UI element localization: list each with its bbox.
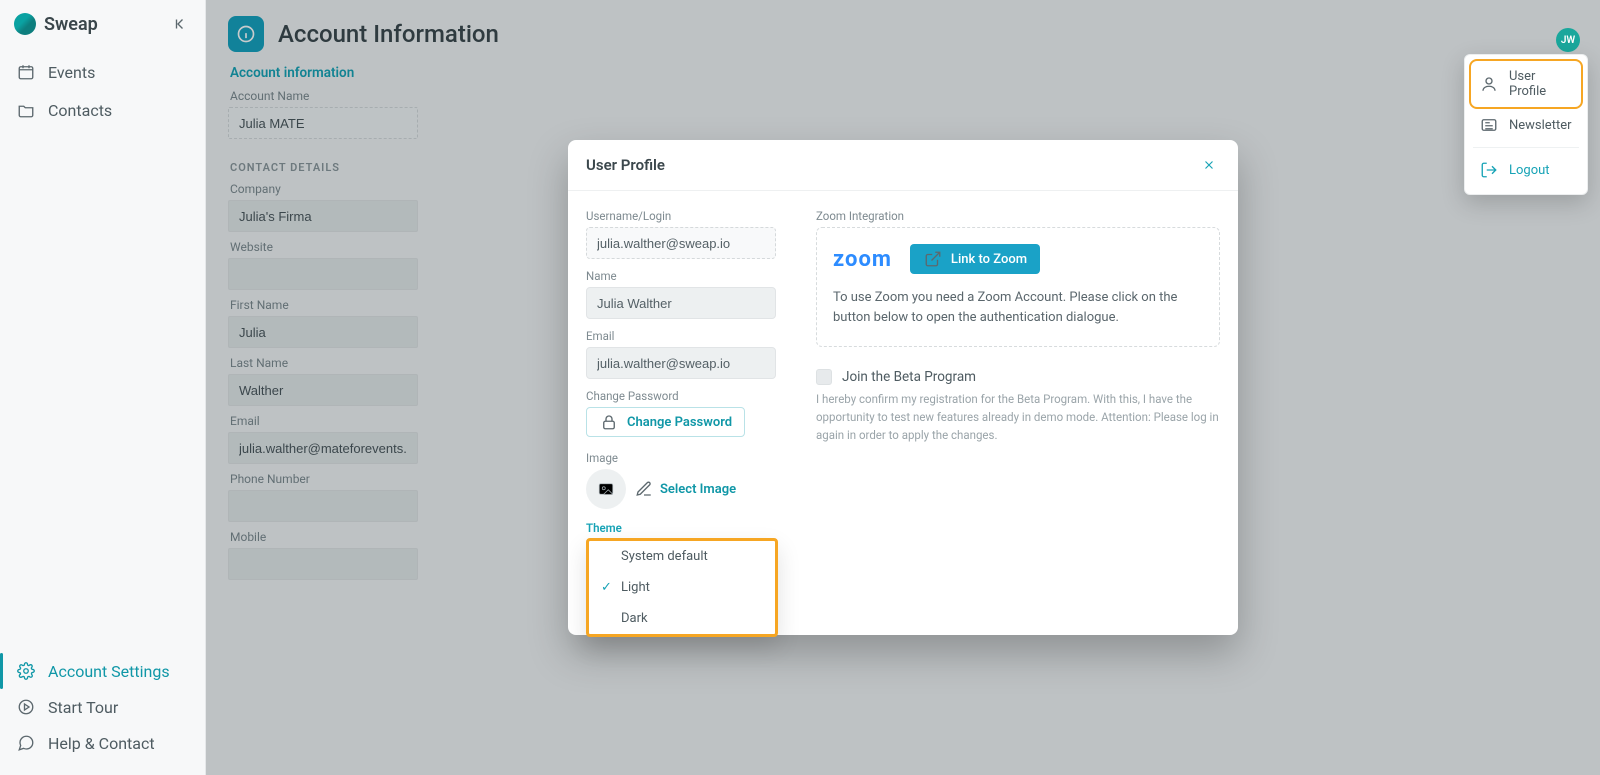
chat-help-icon bbox=[16, 733, 36, 753]
external-link-icon bbox=[923, 249, 943, 269]
image-placeholder-icon bbox=[586, 469, 626, 509]
calendar-icon bbox=[16, 62, 36, 82]
nav-top: Events Contacts bbox=[0, 48, 205, 134]
input-modal-email[interactable] bbox=[586, 347, 776, 379]
close-icon[interactable] bbox=[1198, 154, 1220, 176]
change-password-button[interactable]: Change Password bbox=[586, 407, 745, 437]
menu-label: User Profile bbox=[1509, 69, 1573, 99]
beta-note: I hereby confirm my registration for the… bbox=[816, 391, 1220, 444]
nav-label: Start Tour bbox=[48, 698, 118, 717]
sidebar-item-account-settings[interactable]: Account Settings bbox=[6, 653, 199, 689]
button-label: Change Password bbox=[627, 415, 732, 430]
nav-label: Account Settings bbox=[48, 662, 170, 681]
beta-label: Join the Beta Program bbox=[842, 369, 976, 385]
menu-item-newsletter[interactable]: Newsletter bbox=[1471, 107, 1581, 143]
user-icon bbox=[1479, 74, 1499, 94]
label-theme: Theme bbox=[586, 521, 786, 535]
label-username: Username/Login bbox=[586, 209, 786, 223]
folder-icon bbox=[16, 100, 36, 120]
link-to-zoom-button[interactable]: Link to Zoom bbox=[910, 244, 1040, 274]
user-menu: User Profile Newsletter Logout bbox=[1464, 54, 1588, 195]
sidebar-collapse-icon[interactable] bbox=[171, 14, 191, 34]
theme-option-system[interactable]: ✓ System default bbox=[589, 541, 775, 572]
brand-name: Sweap bbox=[44, 14, 98, 35]
brand: Sweap bbox=[0, 0, 205, 48]
sidebar-item-contacts[interactable]: Contacts bbox=[6, 92, 199, 128]
pencil-icon bbox=[634, 479, 654, 499]
sidebar: Sweap Events Contacts Account Settings bbox=[0, 0, 206, 775]
input-name[interactable] bbox=[586, 287, 776, 319]
theme-option-dark[interactable]: ✓ Dark bbox=[589, 603, 775, 634]
nav-bottom: Account Settings Start Tour Help & Conta… bbox=[0, 647, 205, 775]
label-name: Name bbox=[586, 269, 786, 283]
nav-label: Help & Contact bbox=[48, 734, 155, 753]
nav-label: Events bbox=[48, 63, 95, 82]
newspaper-icon bbox=[1479, 115, 1499, 135]
modal-left: Username/Login Name Email Change Passwor… bbox=[586, 205, 786, 535]
theme-option-light[interactable]: ✓ Light bbox=[589, 572, 775, 603]
menu-item-user-profile[interactable]: User Profile bbox=[1471, 61, 1581, 107]
label-modal-email: Email bbox=[586, 329, 786, 343]
menu-label: Newsletter bbox=[1509, 118, 1572, 133]
select-image-link[interactable]: Select Image bbox=[634, 479, 736, 499]
modal-header: User Profile bbox=[568, 140, 1238, 191]
play-circle-icon bbox=[16, 697, 36, 717]
menu-item-logout[interactable]: Logout bbox=[1471, 152, 1581, 188]
menu-divider bbox=[1473, 147, 1579, 148]
beta-checkbox[interactable] bbox=[816, 369, 832, 385]
theme-dropdown: ✓ System default ✓ Light ✓ Dark bbox=[586, 538, 778, 637]
sidebar-item-help[interactable]: Help & Contact bbox=[6, 725, 199, 761]
theme-option-label: System default bbox=[621, 549, 708, 564]
logout-icon bbox=[1479, 160, 1499, 180]
theme-option-label: Light bbox=[621, 580, 650, 595]
sidebar-item-events[interactable]: Events bbox=[6, 54, 199, 90]
input-username[interactable] bbox=[586, 227, 776, 259]
label-zoom-integration: Zoom Integration bbox=[816, 209, 1220, 223]
zoom-help-text: To use Zoom you need a Zoom Account. Ple… bbox=[833, 288, 1203, 328]
user-profile-modal: User Profile Username/Login Name Email C… bbox=[568, 140, 1238, 635]
label-image: Image bbox=[586, 451, 786, 465]
label-change-password: Change Password bbox=[586, 389, 786, 403]
zoom-logo-icon: zoom bbox=[833, 247, 892, 272]
brand-logo-icon bbox=[14, 13, 36, 35]
zoom-integration-box: zoom Link to Zoom To use Zoom you need a… bbox=[816, 227, 1220, 347]
modal-right: Zoom Integration zoom Link to Zoom To us… bbox=[816, 205, 1220, 535]
nav-label: Contacts bbox=[48, 101, 112, 120]
gear-icon bbox=[16, 661, 36, 681]
check-icon: ✓ bbox=[601, 580, 613, 595]
sidebar-item-start-tour[interactable]: Start Tour bbox=[6, 689, 199, 725]
link-label: Select Image bbox=[660, 482, 736, 497]
modal-title: User Profile bbox=[586, 156, 665, 174]
avatar[interactable]: JW bbox=[1556, 28, 1580, 52]
lock-icon bbox=[599, 412, 619, 432]
main-content: Account Information Account information … bbox=[206, 0, 1600, 775]
button-label: Link to Zoom bbox=[951, 252, 1027, 267]
theme-option-label: Dark bbox=[621, 611, 648, 626]
menu-label: Logout bbox=[1509, 163, 1550, 178]
